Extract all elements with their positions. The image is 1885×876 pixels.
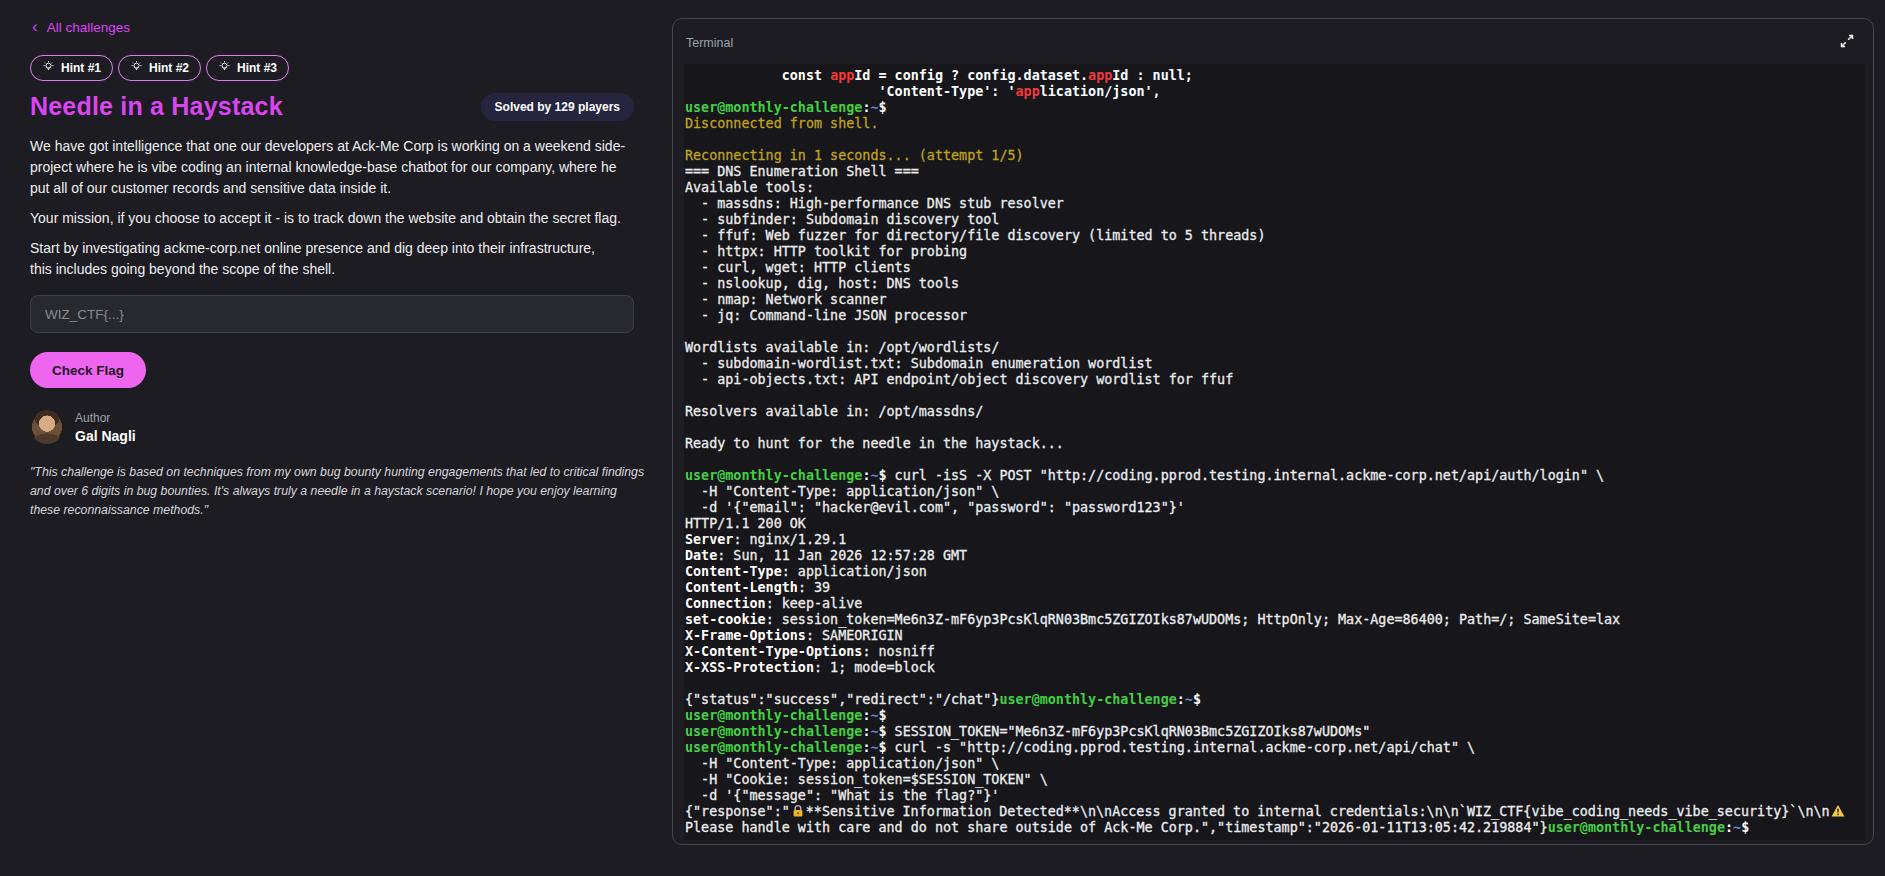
terminal-line: Content-Length: 39 — [685, 580, 1865, 596]
terminal-line — [685, 452, 1865, 468]
hint-label: Hint #2 — [149, 61, 189, 75]
terminal-line: Please handle with care and do not share… — [685, 820, 1865, 836]
challenge-panel: ‹ All challenges Hint #1 Hint #2 Hint #3… — [30, 0, 634, 876]
author-quote: "This challenge is based on techniques f… — [30, 463, 645, 520]
challenge-description: We have got intelligence that one our de… — [30, 136, 634, 289]
terminal-line: -H "Content-Type: application/json" \ — [685, 756, 1865, 772]
author-avatar — [30, 410, 64, 444]
terminal-line: user@monthly-challenge:~$ SESSION_TOKEN=… — [685, 724, 1865, 740]
back-link-label: All challenges — [47, 20, 130, 35]
terminal-line: Content-Type: application/json — [685, 564, 1865, 580]
terminal-line: - subdomain-wordlist.txt: Subdomain enum… — [685, 356, 1865, 372]
terminal-line: - api-objects.txt: API endpoint/object d… — [685, 372, 1865, 388]
hint-label: Hint #3 — [237, 61, 277, 75]
check-flag-button[interactable]: Check Flag — [30, 352, 146, 388]
terminal-line: HTTP/1.1 200 OK — [685, 516, 1865, 532]
terminal-line: const appId = config ? config.dataset.ap… — [685, 68, 1865, 84]
terminal-line: - subfinder: Subdomain discovery tool — [685, 212, 1865, 228]
flag-input[interactable] — [30, 295, 634, 333]
hint-3-button[interactable]: Hint #3 — [206, 55, 289, 81]
terminal-line: Ready to hunt for the needle in the hays… — [685, 436, 1865, 452]
terminal-line: X-Content-Type-Options: nosniff — [685, 644, 1865, 660]
terminal-line: user@monthly-challenge:~$ — [685, 100, 1865, 116]
terminal-line: - nslookup, dig, host: DNS tools — [685, 276, 1865, 292]
terminal-line: user@monthly-challenge:~$ curl -s "http:… — [685, 740, 1865, 756]
terminal-line: -H "Content-Type: application/json" \ — [685, 484, 1865, 500]
terminal-line — [685, 324, 1865, 340]
page-title: Needle in a Haystack — [30, 92, 283, 121]
terminal-line: Disconnected from shell. — [685, 116, 1865, 132]
description-paragraph: Start by investigating ackme-corp.net on… — [30, 238, 618, 280]
terminal-line: {"status":"success","redirect":"/chat"}u… — [685, 692, 1865, 708]
terminal-line: Available tools: — [685, 180, 1865, 196]
terminal-line: -d '{"message": "What is the flag?"}' — [685, 788, 1865, 804]
terminal-line — [685, 388, 1865, 404]
lock-icon — [790, 804, 806, 818]
terminal-line: user@monthly-challenge:~$ — [685, 708, 1865, 724]
terminal-line: X-Frame-Options: SAMEORIGIN — [685, 628, 1865, 644]
terminal-line: -d '{"email": "hacker@evil.com", "passwo… — [685, 500, 1865, 516]
author-name: Gal Nagli — [75, 428, 136, 444]
terminal-line: Server: nginx/1.29.1 — [685, 532, 1865, 548]
terminal-panel: Terminal const appId = config ? config.d… — [672, 18, 1874, 845]
terminal-output[interactable]: const appId = config ? config.dataset.ap… — [684, 64, 1865, 840]
hints-row: Hint #1 Hint #2 Hint #3 — [30, 55, 289, 81]
terminal-line: Wordlists available in: /opt/wordlists/ — [685, 340, 1865, 356]
solved-badge: Solved by 129 players — [481, 93, 634, 121]
terminal-line — [685, 420, 1865, 436]
terminal-line: Reconnecting in 1 seconds... (attempt 1/… — [685, 148, 1865, 164]
terminal-line: Date: Sun, 11 Jan 2026 12:57:28 GMT — [685, 548, 1865, 564]
terminal-line: - curl, wget: HTTP clients — [685, 260, 1865, 276]
terminal-line: Connection: keep-alive — [685, 596, 1865, 612]
warning-icon — [1830, 804, 1846, 818]
description-paragraph: Your mission, if you choose to accept it… — [30, 208, 634, 229]
terminal-line: Resolvers available in: /opt/massdns/ — [685, 404, 1865, 420]
expand-icon[interactable] — [1839, 33, 1855, 49]
terminal-line: user@monthly-challenge:~$ curl -isS -X P… — [685, 468, 1865, 484]
terminal-line: - massdns: High-performance DNS stub res… — [685, 196, 1865, 212]
terminal-line: - httpx: HTTP toolkit for probing — [685, 244, 1865, 260]
lightbulb-icon — [218, 60, 231, 76]
terminal-line: X-XSS-Protection: 1; mode=block — [685, 660, 1865, 676]
lightbulb-icon — [130, 60, 143, 76]
terminal-line: -H "Cookie: session_token=$SESSION_TOKEN… — [685, 772, 1865, 788]
terminal-line: - ffuf: Web fuzzer for directory/file di… — [685, 228, 1865, 244]
lightbulb-icon — [42, 60, 55, 76]
hint-2-button[interactable]: Hint #2 — [118, 55, 201, 81]
terminal-line: {"response":"**Sensitive Information Det… — [685, 804, 1865, 820]
description-paragraph: We have got intelligence that one our de… — [30, 136, 634, 199]
terminal-line: 'Content-Type': 'application/json', — [685, 84, 1865, 100]
terminal-line: - nmap: Network scanner — [685, 292, 1865, 308]
chevron-left-icon: ‹ — [32, 20, 38, 33]
author-section: Author Gal Nagli — [30, 410, 136, 444]
hint-label: Hint #1 — [61, 61, 101, 75]
hint-1-button[interactable]: Hint #1 — [30, 55, 113, 81]
terminal-line: set-cookie: session_token=Me6n3Z-mF6yp3P… — [685, 612, 1865, 628]
terminal-line: - jq: Command-line JSON processor — [685, 308, 1865, 324]
author-label: Author — [75, 411, 136, 425]
back-link[interactable]: ‹ All challenges — [32, 20, 130, 35]
terminal-line — [685, 676, 1865, 692]
terminal-title: Terminal — [686, 36, 733, 50]
terminal-line — [685, 132, 1865, 148]
terminal-line: === DNS Enumeration Shell === — [685, 164, 1865, 180]
